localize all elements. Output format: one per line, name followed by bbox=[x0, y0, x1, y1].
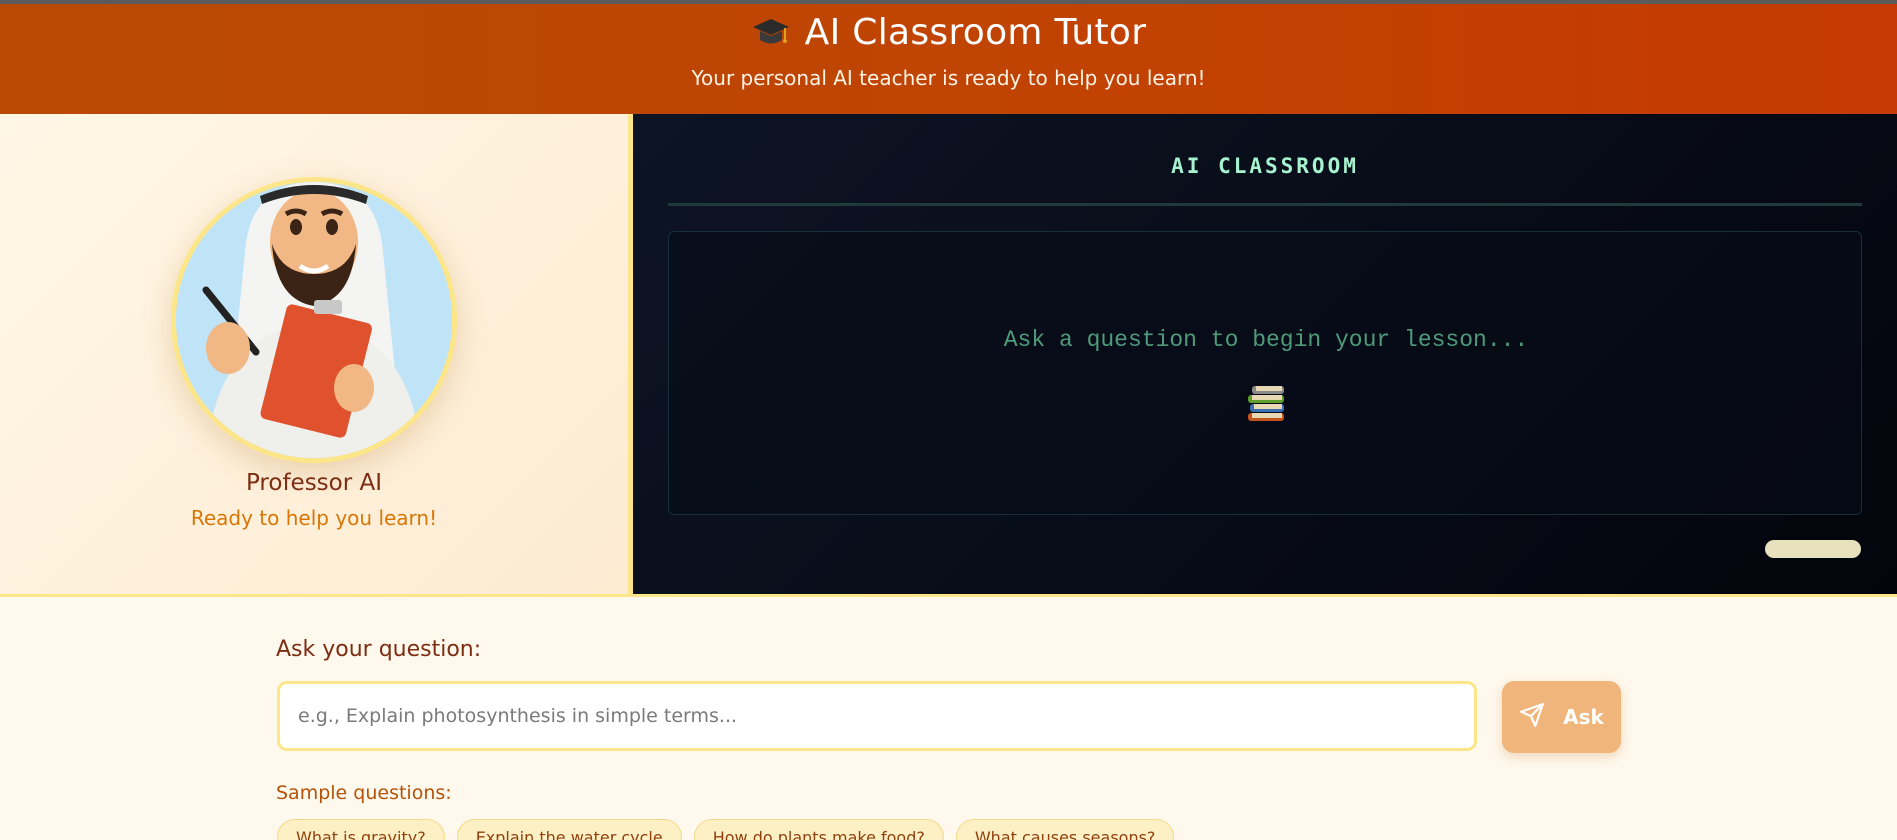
ask-button-label: Ask bbox=[1563, 705, 1604, 729]
classroom-panel: AI CLASSROOM Ask a question to begin you… bbox=[633, 114, 1897, 594]
sample-question-chip[interactable]: How do plants make food? bbox=[693, 819, 944, 840]
tutor-status: Ready to help you learn! bbox=[190, 506, 438, 530]
question-input[interactable] bbox=[277, 681, 1477, 751]
sample-question-chip[interactable]: Explain the water cycle bbox=[456, 819, 682, 840]
tutor-avatar bbox=[171, 177, 457, 463]
classroom-toggle[interactable] bbox=[1765, 540, 1861, 558]
classroom-title: AI CLASSROOM bbox=[1171, 154, 1359, 178]
app-subtitle: Your personal AI teacher is ready to hel… bbox=[691, 66, 1206, 90]
tutor-panel: Professor AI Ready to help you learn! bbox=[0, 114, 628, 594]
send-icon bbox=[1519, 702, 1545, 733]
sample-questions-list: What is gravity? Explain the water cycle… bbox=[277, 819, 1175, 840]
app-header: AI Classroom Tutor Your personal AI teac… bbox=[0, 4, 1897, 114]
classroom-divider bbox=[668, 203, 1862, 206]
lesson-board: Ask a question to begin your lesson... bbox=[668, 231, 1862, 515]
ask-button[interactable]: Ask bbox=[1502, 681, 1621, 753]
sample-question-chip[interactable]: What is gravity? bbox=[277, 819, 445, 840]
books-icon bbox=[1246, 385, 1286, 423]
graduation-cap-icon bbox=[751, 13, 791, 53]
tutor-name: Professor AI bbox=[245, 470, 383, 496]
app-title: AI Classroom Tutor bbox=[804, 12, 1147, 53]
app-title-row: AI Classroom Tutor bbox=[0, 12, 1897, 53]
sample-question-chip[interactable]: What causes seasons? bbox=[955, 819, 1175, 840]
sample-questions-label: Sample questions: bbox=[276, 782, 452, 804]
question-section: Ask your question: Ask Sample questions:… bbox=[0, 597, 1897, 840]
question-label: Ask your question: bbox=[276, 637, 482, 662]
lesson-placeholder: Ask a question to begin your lesson... bbox=[1003, 327, 1529, 353]
